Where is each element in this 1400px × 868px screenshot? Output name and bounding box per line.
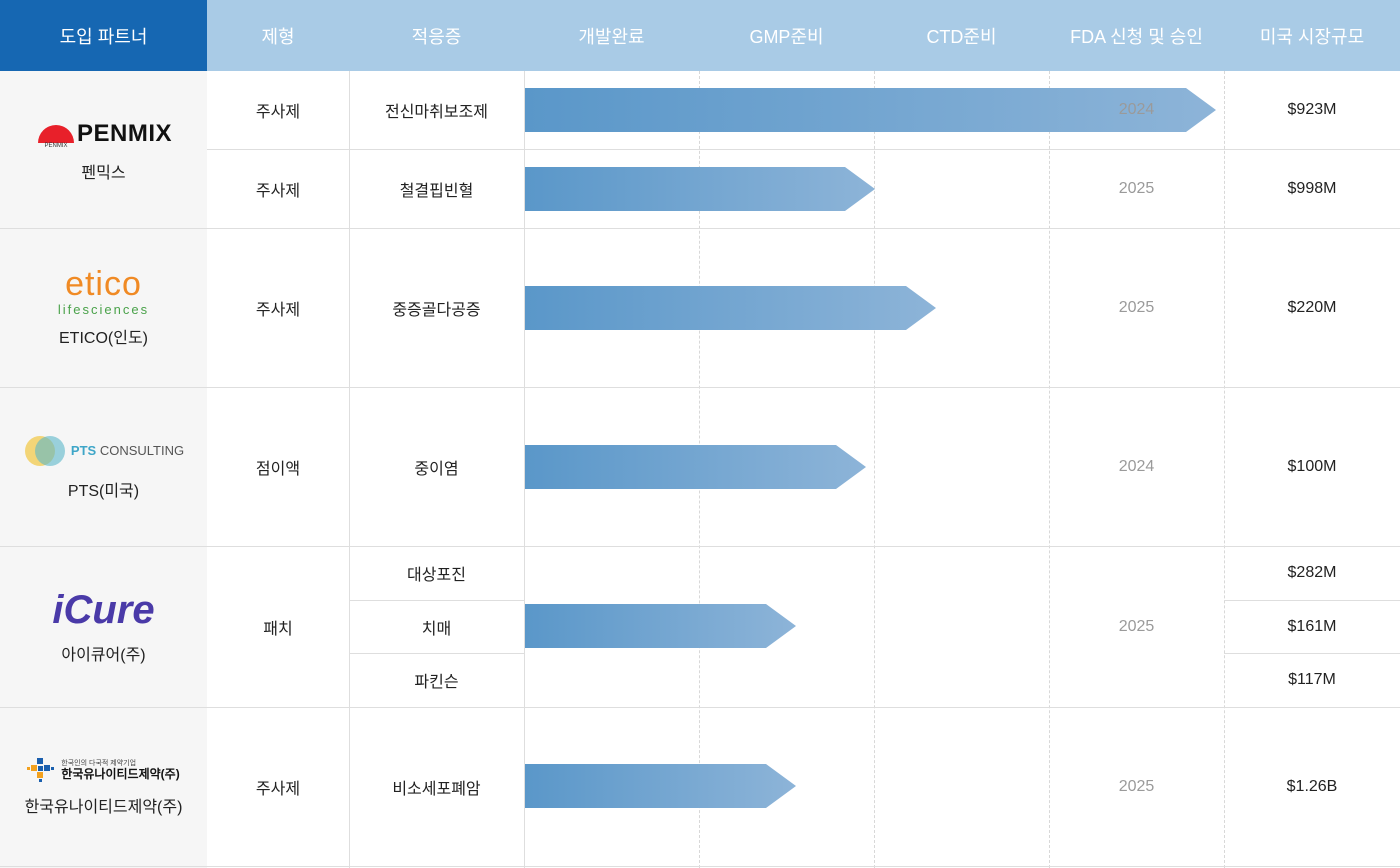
- partner-name: PTS(미국): [67, 482, 140, 500]
- header-partner: 도입 파트너: [0, 0, 207, 71]
- header-ctd: CTD준비: [926, 26, 997, 47]
- partner-icure: iCure 아이큐어(주): [0, 546, 207, 707]
- market-size: $161M: [1287, 617, 1337, 635]
- korea-united-logo-text: 한국유나이티드제약(주): [61, 766, 180, 781]
- header-gmp: GMP준비: [749, 26, 824, 47]
- form-cell: 패치: [263, 620, 293, 638]
- progress-arrow-shape: [525, 167, 875, 211]
- progress-bar: [525, 167, 875, 211]
- progress-bar: [525, 604, 796, 648]
- form-cell: 주사제: [255, 301, 301, 319]
- table-header: 도입 파트너 제형 적응증 개발완료 GMP준비 CTD준비 FDA 신청 및 …: [0, 0, 1400, 71]
- indication-cell: 중이염: [414, 460, 459, 478]
- form-cell: 점이액: [255, 460, 301, 478]
- market-size: $100M: [1287, 457, 1337, 475]
- header-market: 미국 시장규모: [1259, 26, 1365, 47]
- penmix-small-text: PENMIX: [44, 143, 67, 149]
- partner-korea-united: 한국인의 다국적 제약기업 한국유나이티드제약(주) 한국유나이티드제약(주): [0, 707, 207, 866]
- header-dev-complete: 개발완료: [578, 26, 645, 47]
- indication-cell: 치매: [421, 620, 452, 638]
- pts-circles-icon: [24, 435, 65, 466]
- progress-arrow-shape: [525, 445, 866, 489]
- approval-year: 2025: [1118, 298, 1155, 316]
- approval-year: 2025: [1118, 777, 1155, 795]
- partner-name: 아이큐어(주): [61, 647, 146, 664]
- pts-logo: PTS CONSULTING: [23, 433, 184, 469]
- partner-name: ETICO(인도): [59, 330, 148, 347]
- indication-cell: 전신마취보조제: [384, 104, 489, 121]
- indication-cell: 중증골다공증: [392, 301, 481, 319]
- approval-year: 2025: [1118, 179, 1155, 197]
- progress-bar: [525, 445, 866, 489]
- progress-arrow-shape: [525, 764, 796, 808]
- progress-arrow: [525, 764, 796, 808]
- progress-bar: [525, 286, 936, 330]
- approval-year: 2024: [1118, 457, 1155, 475]
- pts-logo-text: PTS: [70, 443, 97, 458]
- partner-name: 한국유나이티드제약(주): [24, 798, 183, 816]
- progress-arrow: [525, 167, 875, 211]
- market-size: $117M: [1288, 671, 1336, 688]
- indication-cell: 파킨슨: [414, 674, 459, 691]
- header-fda: FDA 신청 및 승인: [1070, 26, 1203, 47]
- partner-name: 펜믹스: [81, 164, 126, 182]
- progress-arrow: [525, 445, 866, 489]
- progress-arrow-shape: [525, 286, 936, 330]
- icure-logo: iCure: [52, 588, 155, 632]
- progress-arrow: [525, 604, 796, 648]
- market-size: $220M: [1287, 298, 1337, 316]
- partner-etico: etico lifesciences ETICO(인도): [0, 228, 207, 387]
- etico-logo: etico lifesciences: [58, 267, 149, 316]
- row-divider: [0, 866, 1400, 867]
- etico-logo-sub: lifesciences: [57, 302, 150, 317]
- market-size: $923M: [1287, 101, 1337, 118]
- indication-cell: 철결핍빈혈: [399, 182, 474, 200]
- market-size: $998M: [1287, 179, 1337, 197]
- penmix-logo: PENMIX PENMIX: [35, 117, 172, 151]
- header-form: 제형: [261, 26, 295, 47]
- progress-arrow-shape: [525, 604, 796, 648]
- market-size: $1.26B: [1286, 777, 1338, 795]
- progress-arrow: [525, 286, 936, 330]
- form-cell: 주사제: [255, 780, 301, 798]
- indication-cell: 비소세포폐암: [392, 780, 481, 798]
- market-size: $282M: [1287, 564, 1337, 581]
- indication-cell: 대상포진: [407, 567, 466, 584]
- form-cell: 주사제: [255, 182, 301, 200]
- etico-logo-text: etico: [65, 265, 142, 303]
- penmix-emblem-icon: PENMIX: [37, 124, 74, 149]
- progress-bar: [525, 764, 796, 808]
- korea-united-logo: 한국인의 다국적 제약기업 한국유나이티드제약(주): [27, 757, 180, 785]
- pts-logo-sub: CONSULTING: [99, 443, 185, 458]
- approval-year: 2025: [1118, 617, 1155, 635]
- penmix-logo-text: PENMIX: [76, 119, 172, 147]
- cross-emblem-icon: [27, 757, 55, 782]
- header-indication: 적응증: [411, 26, 462, 47]
- partner-penmix: PENMIX PENMIX 펜믹스: [0, 71, 207, 228]
- partner-pts: PTS CONSULTING PTS(미국): [0, 387, 207, 546]
- approval-year: 2024: [1118, 101, 1155, 118]
- form-cell: 주사제: [255, 104, 301, 121]
